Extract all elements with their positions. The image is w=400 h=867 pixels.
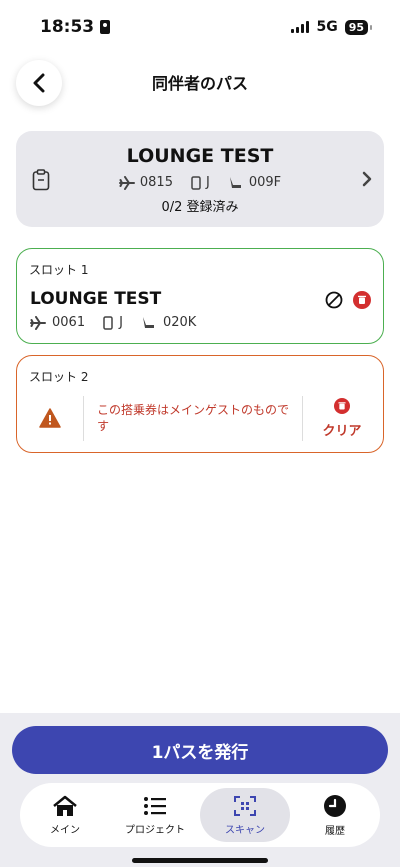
- seat-icon: [229, 176, 241, 188]
- trash-icon: [334, 398, 350, 414]
- summary-class: J: [205, 175, 210, 190]
- slot-flight: 0061: [52, 315, 86, 330]
- status-time: 18:53: [40, 17, 95, 37]
- slot-seat: 020K: [162, 315, 197, 330]
- summary-meta: 0815 J 009F: [16, 175, 384, 190]
- slot-2-card: スロット 2 この搭乗券はメインゲストのものです クリア: [16, 355, 384, 453]
- battery-indicator: 95: [344, 19, 373, 35]
- summary-flight: 0815: [139, 175, 173, 190]
- clock-icon: [324, 794, 346, 817]
- home-icon: [53, 795, 77, 816]
- divider: [83, 396, 84, 441]
- status-bar: 18:53 5G 95: [0, 0, 400, 54]
- network-label: 5G: [316, 19, 338, 35]
- issue-pass-button[interactable]: 1パスを発行: [12, 726, 388, 774]
- slot-passenger-name: LOUNGE TEST: [30, 289, 162, 309]
- tab-main[interactable]: メイン: [20, 788, 110, 842]
- plane-icon: [30, 315, 46, 330]
- clear-button[interactable]: クリア: [311, 398, 373, 440]
- slot-label: スロット 2: [29, 370, 89, 384]
- summary-title: LOUNGE TEST: [126, 145, 274, 167]
- list-icon: [144, 796, 166, 815]
- warning-message: この搭乗券はメインゲストのものです: [97, 403, 290, 433]
- summary-seat: 009F: [248, 175, 282, 190]
- page-title: 同伴者のパス: [151, 74, 248, 93]
- trash-icon: [353, 291, 371, 309]
- header: 同伴者のパス: [0, 56, 400, 108]
- bottom-area: 1パスを発行 メイン プロジェクト スキャン 履歴: [0, 713, 400, 867]
- no-entry-icon: [325, 291, 343, 309]
- divider: [302, 396, 303, 441]
- registered-count: 0/2 登録済み: [161, 200, 239, 215]
- tab-project[interactable]: プロジェクト: [110, 788, 200, 842]
- scan-icon: [234, 795, 256, 816]
- tab-bar: メイン プロジェクト スキャン 履歴: [20, 783, 380, 847]
- seat-icon: [142, 316, 154, 328]
- tab-label: スキャン: [225, 824, 265, 836]
- slot-label: スロット 1: [29, 263, 89, 277]
- id-badge-icon: [100, 20, 111, 34]
- chevron-right-icon: [362, 171, 372, 187]
- tab-label: メイン: [50, 824, 80, 836]
- disable-button[interactable]: [325, 291, 343, 309]
- clear-label: クリア: [322, 424, 362, 439]
- phone-icon: [103, 315, 113, 330]
- tab-scan[interactable]: スキャン: [200, 788, 290, 842]
- delete-button[interactable]: [353, 291, 371, 309]
- summary-card[interactable]: LOUNGE TEST 0815 J 009F 0/2 登録済み: [16, 131, 384, 227]
- slot-1-card: スロット 1 LOUNGE TEST 0061 J 020K: [16, 248, 384, 344]
- home-indicator: [132, 858, 268, 863]
- tab-history[interactable]: 履歴: [290, 788, 380, 842]
- plane-icon: [118, 175, 135, 190]
- slot-class: J: [119, 315, 123, 330]
- slot-meta: 0061 J 020K: [30, 315, 196, 330]
- tab-label: 履歴: [325, 825, 345, 837]
- warning-icon: [39, 408, 61, 428]
- phone-icon: [191, 175, 201, 190]
- signal-icon: [291, 21, 310, 33]
- tab-label: プロジェクト: [125, 824, 185, 836]
